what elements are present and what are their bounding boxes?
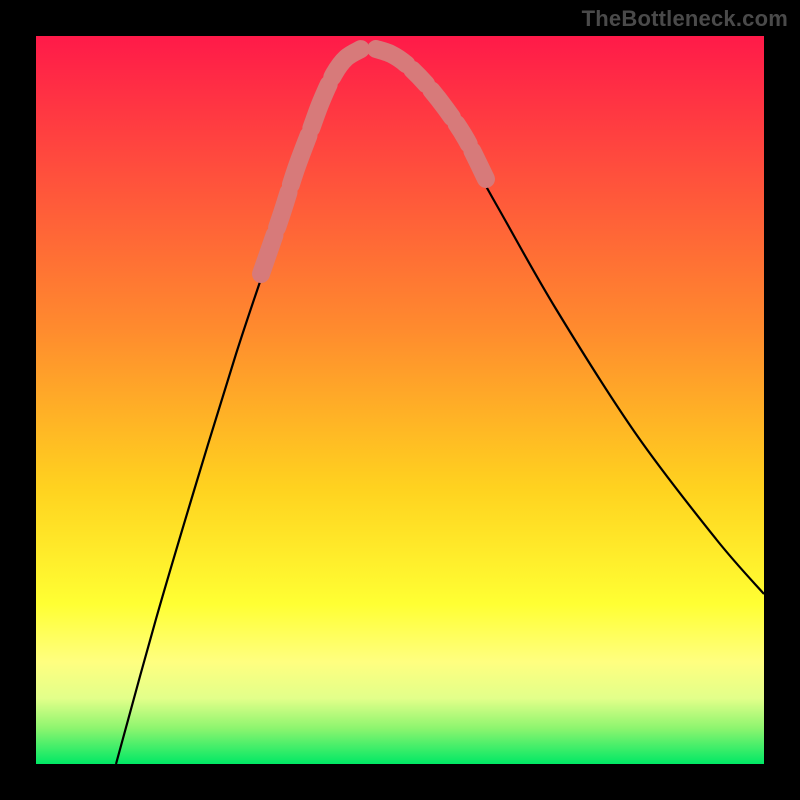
marker-band-left <box>261 49 361 274</box>
watermark-text: TheBottleneck.com <box>582 6 788 32</box>
bottleneck-curve <box>116 45 764 764</box>
chart-plot-area <box>36 36 764 764</box>
chart-svg <box>36 36 764 764</box>
marker-band-right <box>376 49 486 179</box>
